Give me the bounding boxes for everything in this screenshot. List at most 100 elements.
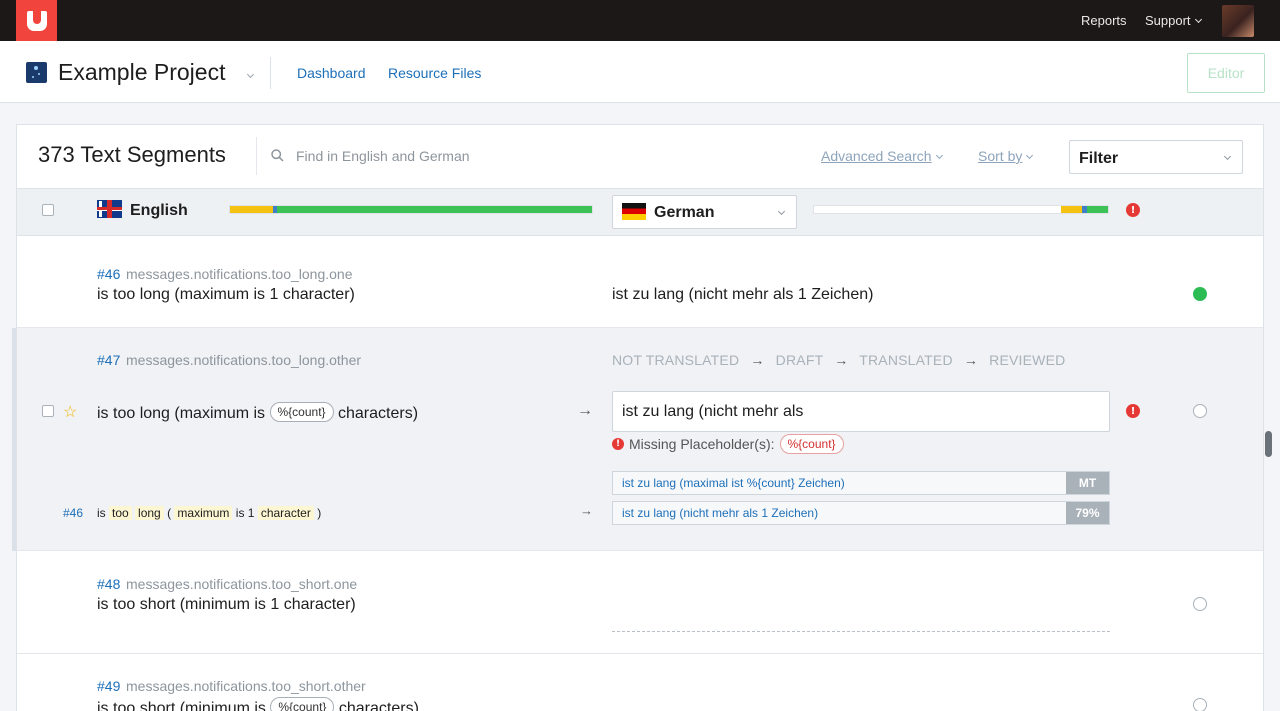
segment-id[interactable]: #48 <box>97 576 120 592</box>
alert-icon: ! <box>1126 404 1140 418</box>
source-text-after: characters) <box>338 700 419 711</box>
filter-label: Filter <box>1079 150 1119 167</box>
segment-key: messages.notifications.too_long.other <box>126 352 362 368</box>
search-input[interactable] <box>296 146 556 166</box>
source-progress-bar <box>229 205 593 214</box>
app-logo[interactable] <box>16 0 57 41</box>
tm-word: too <box>109 506 132 520</box>
suggestion-badge: MT <box>1066 472 1109 494</box>
divider <box>256 137 257 175</box>
select-all-checkbox[interactable] <box>42 204 54 216</box>
tm-arrow-icon: → <box>580 503 593 518</box>
support-label: Support <box>1145 13 1191 28</box>
suggestion-mt[interactable]: ist zu lang (maximal ist %{count} Zeiche… <box>612 471 1110 495</box>
workflow-arrow-icon: → <box>963 352 979 368</box>
workflow-step-reviewed[interactable]: REVIEWED <box>989 352 1065 368</box>
divider <box>270 57 271 89</box>
progress-reviewed <box>277 206 592 213</box>
target-text[interactable]: ist zu lang (nicht mehr als 1 Zeichen) <box>612 286 873 304</box>
segment-id[interactable]: #46 <box>97 266 120 282</box>
source-text: is too short (minimum is %{count} charac… <box>97 697 419 711</box>
segment-id[interactable]: #49 <box>97 678 120 694</box>
source-language-label: English <box>130 202 188 219</box>
progress-draft <box>230 206 274 213</box>
workflow-step-draft[interactable]: DRAFT <box>776 352 823 368</box>
target-language-label: German <box>654 204 715 221</box>
tm-word: ) <box>317 506 322 520</box>
status-not-translated-icon[interactable] <box>1193 597 1207 611</box>
placeholder-tag[interactable]: %{count} <box>270 697 335 711</box>
status-not-translated-icon[interactable] <box>1193 404 1207 418</box>
empty-translation-line[interactable] <box>612 631 1110 632</box>
alert-icon: ! <box>1126 203 1140 217</box>
germany-flag-icon <box>622 203 646 220</box>
status-reviewed-icon[interactable] <box>1193 287 1207 301</box>
tm-match-source: is too long ( maximum is 1 character ) <box>97 506 321 520</box>
logo-u-icon <box>26 10 47 31</box>
workflow-arrow-icon: → <box>750 352 765 368</box>
suggestion-badge: 79% <box>1066 502 1109 524</box>
workflow-arrow-icon: → <box>834 352 849 368</box>
segment-checkbox[interactable] <box>42 405 54 417</box>
suggestion-text: ist zu lang (nicht mehr als 1 Zeichen) <box>622 506 819 520</box>
segment-row[interactable] <box>17 237 1263 328</box>
editor-button[interactable]: Editor <box>1187 53 1265 93</box>
suggestion-tm[interactable]: ist zu lang (nicht mehr als 1 Zeichen) 7… <box>612 501 1110 525</box>
missing-placeholder-tag[interactable]: %{count} <box>779 434 844 454</box>
source-text-before: is too short (minimum is <box>97 700 266 711</box>
missing-placeholder-warning: ! Missing Placeholder(s): %{count} <box>612 434 844 454</box>
progress-reviewed <box>1087 206 1108 213</box>
tm-match-id[interactable]: #46 <box>63 506 83 520</box>
scrollbar-thumb[interactable] <box>1265 431 1272 457</box>
sort-by-label: Sort by <box>978 148 1023 164</box>
nav-resource-files[interactable]: Resource Files <box>388 65 481 81</box>
translation-input[interactable] <box>612 391 1110 432</box>
warning-label: Missing Placeholder(s): <box>629 436 775 452</box>
advanced-search-link[interactable]: Advanced Search <box>821 148 943 164</box>
chevron-down-icon <box>777 207 786 216</box>
segment-count-title: 373 Text Segments <box>38 142 226 167</box>
project-switch-chevron-icon[interactable] <box>243 67 255 85</box>
advanced-search-label: Advanced Search <box>821 148 932 164</box>
segment-key: messages.notifications.too_short.one <box>126 576 358 592</box>
target-progress-bar <box>813 205 1109 214</box>
segment-key: messages.notifications.too_short.other <box>126 678 366 694</box>
avatar[interactable] <box>1222 5 1254 37</box>
support-menu[interactable]: Support <box>1145 13 1202 28</box>
sort-by-link[interactable]: Sort by <box>978 148 1034 164</box>
placeholder-tag[interactable]: %{count} <box>269 402 334 422</box>
project-title[interactable]: Example Project <box>58 59 225 86</box>
tm-word: 1 <box>247 506 255 520</box>
tm-word: ( <box>167 506 172 520</box>
source-text-after: characters) <box>338 405 419 422</box>
segment-id[interactable]: #47 <box>97 352 120 368</box>
tm-word: character <box>257 506 314 520</box>
copy-source-arrow-icon[interactable]: → <box>577 402 593 420</box>
tm-word: long <box>135 506 164 520</box>
project-icon <box>26 62 47 83</box>
progress-draft <box>1060 206 1082 213</box>
source-text: is too short (minimum is 1 character) <box>97 596 356 613</box>
active-row-indicator <box>12 328 16 551</box>
top-bar: Reports Support <box>0 0 1280 41</box>
filter-select[interactable]: Filter <box>1069 140 1243 174</box>
chevron-down-icon <box>935 151 943 160</box>
suggestion-text: ist zu lang (maximal ist %{count} Zeiche… <box>622 476 845 490</box>
star-icon[interactable]: ☆ <box>63 402 77 422</box>
status-not-translated-icon[interactable] <box>1193 698 1207 711</box>
source-text-before: is too long (maximum is <box>97 405 266 422</box>
chevron-down-icon <box>1223 152 1232 161</box>
workflow-step-not-translated[interactable]: NOT TRANSLATED <box>612 352 739 368</box>
workflow-steps: NOT TRANSLATED → DRAFT → TRANSLATED → RE… <box>612 352 1065 368</box>
reports-link[interactable]: Reports <box>1081 13 1127 28</box>
nav-dashboard[interactable]: Dashboard <box>297 65 366 81</box>
workflow-step-translated[interactable]: TRANSLATED <box>859 352 953 368</box>
warning-icon: ! <box>612 438 624 450</box>
uk-flag-cross <box>97 207 122 210</box>
progress-not-translated <box>814 206 1061 213</box>
source-text: is too long (maximum is %{count} charact… <box>97 402 418 423</box>
segment-key: messages.notifications.too_long.one <box>126 266 353 282</box>
tm-word: maximum <box>174 506 233 520</box>
tm-word: is <box>97 506 106 520</box>
source-text: is too long (maximum is 1 character) <box>97 286 355 303</box>
